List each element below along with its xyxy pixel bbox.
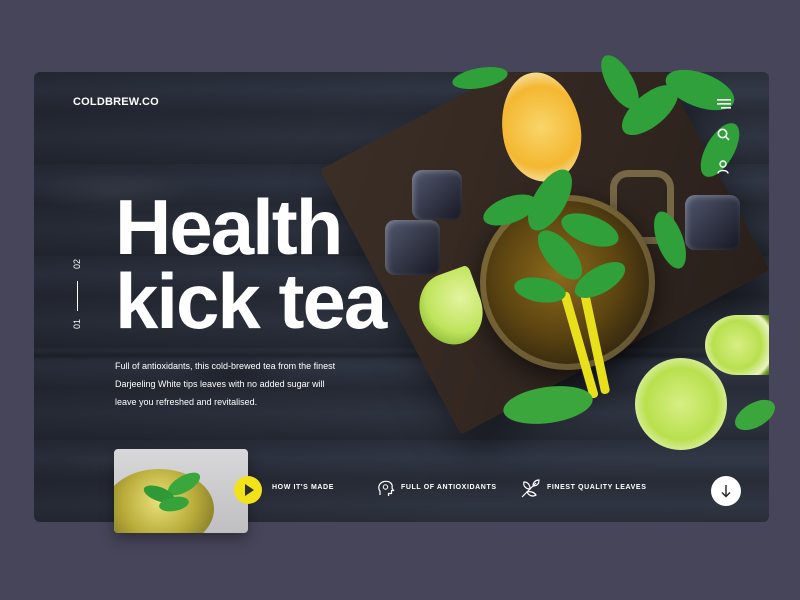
- feature-quality-leaves[interactable]: FINEST QUALITY LEAVES: [547, 484, 646, 491]
- hero-description: Full of antioxidants, this cold-brewed t…: [115, 361, 336, 407]
- video-thumbnail[interactable]: [114, 449, 248, 533]
- brand-logo[interactable]: COLDBREW.CO: [73, 96, 159, 108]
- user-icon[interactable]: [717, 160, 737, 179]
- feature-antioxidants[interactable]: FULL OF ANTIOXIDANTS: [401, 484, 497, 491]
- hero-headline: Health kick tea: [115, 183, 387, 345]
- head-icon: [376, 479, 396, 504]
- slide-number-current[interactable]: 01: [72, 319, 82, 329]
- thumbnail-mint: [143, 472, 201, 512]
- top-nav: [717, 96, 737, 193]
- search-icon[interactable]: [717, 128, 737, 146]
- slide-pager: 02 01: [64, 255, 92, 335]
- slide-number-next[interactable]: 02: [72, 259, 82, 269]
- leaf-icon: [519, 479, 541, 504]
- feature-how-its-made[interactable]: HOW IT'S MADE: [272, 484, 334, 491]
- headline-line-2: kick tea: [115, 257, 387, 345]
- play-button[interactable]: [234, 476, 262, 504]
- pager-divider: [77, 281, 78, 311]
- play-icon: [245, 484, 254, 496]
- headline-line-1: Health: [115, 183, 343, 271]
- scroll-down-button[interactable]: [711, 476, 741, 506]
- arrow-down-icon: [721, 485, 731, 498]
- menu-icon[interactable]: [717, 96, 737, 114]
